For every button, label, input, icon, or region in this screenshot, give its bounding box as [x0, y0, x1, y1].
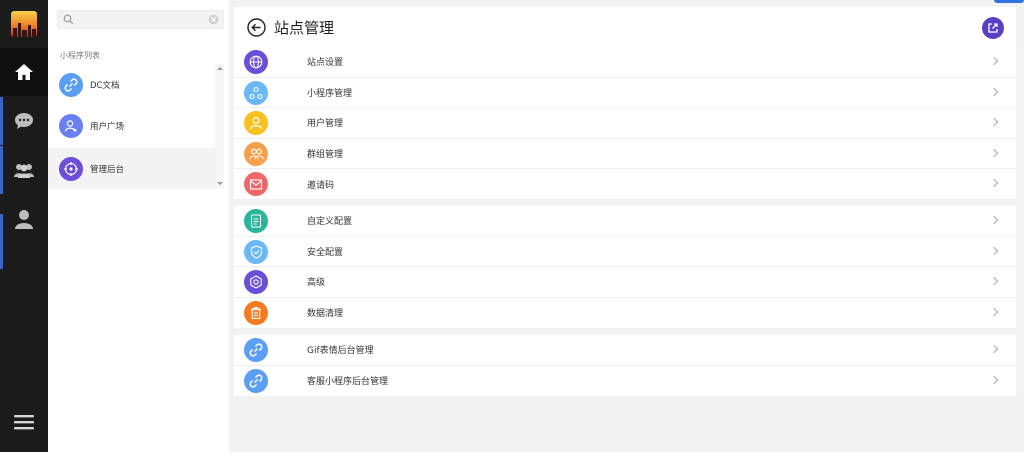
row-advanced[interactable]: 高级	[234, 267, 1016, 298]
mini-item-label: 用户广场	[90, 121, 125, 132]
row-label: 小程序管理	[307, 88, 353, 99]
settings-group-1: 站点设置 小程序管理 用户管理 群组管理 邀请码	[234, 47, 1016, 199]
app-logo	[11, 11, 37, 37]
chevron-right-icon	[989, 87, 999, 96]
search-box	[57, 10, 224, 29]
open-external-button[interactable]	[982, 17, 1004, 39]
search-icon	[63, 14, 74, 25]
row-label: 高级	[307, 278, 326, 289]
nav-groups[interactable]	[0, 146, 48, 194]
mini-item-dc-docs[interactable]: DC文档	[48, 64, 215, 105]
list-title: 小程序列表	[60, 51, 100, 60]
chevron-right-icon	[989, 344, 999, 354]
row-label: 客服小程序后台管理	[307, 377, 389, 388]
chevron-right-icon	[989, 246, 999, 255]
scroll-down-arrow[interactable]	[217, 182, 223, 185]
back-button[interactable]	[247, 18, 266, 41]
nav-profile[interactable]	[0, 195, 48, 243]
chat-icon	[15, 113, 33, 129]
row-custom-config[interactable]: 自定义配置	[234, 206, 1016, 237]
users-icon	[14, 164, 34, 178]
row-mini-program-management[interactable]: 小程序管理	[234, 78, 1016, 108]
row-label: 自定义配置	[307, 217, 353, 228]
settings-group-3: Gif表情后台管理 客服小程序后台管理	[234, 335, 1016, 396]
row-data-cleanup[interactable]: 数据清理	[234, 298, 1016, 329]
row-gif-admin[interactable]: Gif表情后台管理	[234, 335, 1016, 366]
link-icon	[59, 72, 83, 97]
chevron-right-icon	[989, 276, 999, 286]
mini-program-panel: 小程序列表 DC文档 用户广场 管理后台	[48, 0, 229, 452]
apps-icon	[244, 80, 268, 105]
globe-icon	[244, 50, 268, 74]
gear-icon	[244, 270, 268, 294]
doc-icon	[244, 209, 268, 233]
chevron-right-icon	[989, 375, 999, 384]
home-icon	[15, 64, 33, 80]
chevron-right-icon	[989, 215, 999, 225]
menu-icon	[14, 415, 34, 430]
row-label: 安全配置	[307, 247, 344, 258]
group-icon	[244, 141, 268, 166]
settings-group-2: 自定义配置 安全配置 高级 数据清理	[234, 206, 1016, 328]
mail-icon	[244, 172, 268, 196]
mini-item-user-square[interactable]: 用户广场	[48, 105, 215, 146]
row-label: Gif表情后台管理	[307, 346, 374, 357]
page-title: 站点管理	[274, 19, 335, 37]
left-rail	[0, 0, 48, 452]
mini-item-label: DC文档	[90, 80, 120, 91]
chevron-right-icon	[989, 56, 999, 66]
clear-search-icon[interactable]	[208, 14, 219, 25]
row-label: 邀请码	[307, 180, 335, 191]
row-label: 群组管理	[307, 149, 344, 160]
chevron-right-icon	[989, 148, 999, 157]
search-input[interactable]	[80, 12, 200, 27]
link-icon	[244, 368, 268, 393]
row-label: 站点设置	[307, 58, 344, 69]
nav-chat[interactable]	[0, 97, 48, 145]
mini-item-label: 管理后台	[90, 164, 125, 175]
row-site-settings[interactable]: 站点设置	[234, 47, 1016, 78]
row-support-admin[interactable]: 客服小程序后台管理	[234, 366, 1016, 397]
chevron-right-icon	[989, 307, 999, 316]
row-group-management[interactable]: 群组管理	[234, 139, 1016, 169]
row-label: 用户管理	[307, 119, 344, 130]
user-icon	[15, 210, 33, 229]
menu-button[interactable]	[0, 398, 48, 446]
user-square-icon	[59, 113, 83, 138]
chevron-right-icon	[989, 117, 999, 127]
trash-icon	[244, 300, 268, 325]
scroll-up-arrow[interactable]	[217, 67, 223, 70]
back-arrow-icon	[247, 18, 266, 37]
admin-network-icon	[59, 156, 83, 181]
row-user-management[interactable]: 用户管理	[234, 108, 1016, 139]
panel-scrollbar[interactable]	[215, 64, 224, 188]
row-invite-code[interactable]: 邀请码	[234, 169, 1016, 200]
app-window: 小程序列表 DC文档 用户广场 管理后台 站点管理 站点设置 小程序管理 用户管…	[0, 0, 1024, 452]
main-scrollbar[interactable]	[1016, 45, 1024, 395]
user-icon	[244, 111, 268, 135]
chevron-right-icon	[989, 178, 999, 188]
top-corner-accent	[994, 0, 1024, 3]
row-security-config[interactable]: 安全配置	[234, 237, 1016, 267]
link-icon	[244, 338, 268, 362]
nav-home[interactable]	[0, 48, 48, 96]
page-header: 站点管理	[234, 7, 1016, 47]
external-link-icon	[988, 23, 998, 33]
row-label: 数据清理	[307, 309, 344, 320]
shield-icon	[244, 239, 268, 264]
mini-item-admin[interactable]: 管理后台	[48, 148, 215, 189]
